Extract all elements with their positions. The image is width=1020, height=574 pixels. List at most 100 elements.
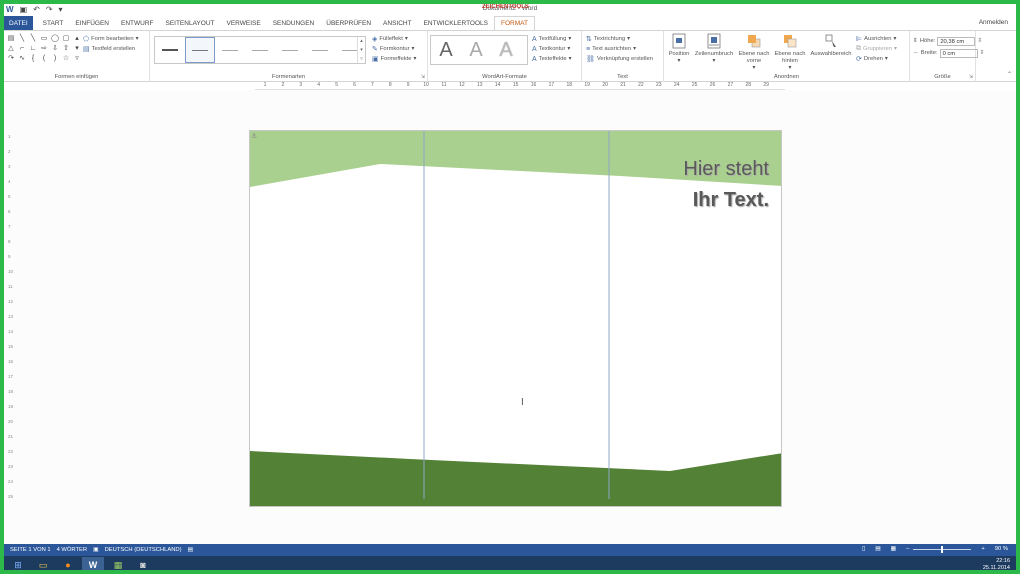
shape-style-4[interactable] [245, 37, 275, 63]
tab-mailings[interactable]: SENDUNGEN [267, 16, 321, 30]
text-effects-button[interactable]: A Texteffekte ▾ [532, 54, 572, 64]
heading-line-1[interactable]: Hier steht [683, 158, 769, 181]
align-text-button[interactable]: ≡ Text ausrichten ▾ [586, 44, 653, 54]
system-clock[interactable]: 22:16 25.11.2014 [983, 558, 1010, 570]
selection-pane-button[interactable]: Auswahlbereich [808, 33, 854, 58]
web-layout-icon[interactable]: ▦ [891, 546, 896, 552]
tab-design[interactable]: ENTWURF [115, 16, 160, 30]
text-direction-button[interactable]: ⇅ Textrichtung ▾ [586, 34, 653, 44]
save-icon[interactable]: ▣ [20, 5, 28, 14]
height-spinner-icon[interactable]: ⇳ [977, 38, 982, 44]
start-button[interactable]: ⊞ [7, 557, 29, 570]
zoom-slider-thumb[interactable] [941, 545, 944, 553]
position-button[interactable]: Position ▾ [666, 33, 692, 65]
proofing-icon[interactable]: ▣ [93, 547, 98, 553]
horizontal-ruler[interactable]: 1 2 3 4 5 6 7 8 9 10 11 12 13 14 15 16 17 18 19 20 21 22 23 24 2… [247, 82, 785, 90]
taskbar-word[interactable]: W [82, 557, 104, 570]
shape-style-6[interactable] [305, 37, 335, 63]
shape-effects-button[interactable]: ▣ Formeffekte ▾ [372, 54, 416, 64]
oval-shape-icon[interactable]: ◯ [50, 34, 60, 43]
bracket-shape-icon[interactable]: ( [39, 54, 49, 63]
brace-shape-icon[interactable]: { [28, 54, 38, 63]
language-indicator[interactable]: DEUTSCH (DEUTSCHLAND) [105, 547, 182, 553]
draw-textbox-button[interactable]: ▤ Textfeld erstellen [83, 44, 139, 54]
undo-icon[interactable]: ↶ [33, 5, 40, 14]
text-fill-button[interactable]: A Textfüllung ▾ [532, 34, 572, 44]
tab-review[interactable]: ÜBERPRÜFEN [320, 16, 377, 30]
height-input[interactable]: 20,38 cm [937, 36, 976, 46]
scroll-down-icon[interactable]: ▾ [360, 47, 363, 53]
edit-shape-button[interactable]: ⬠ Form bearbeiten ▾ [83, 34, 139, 44]
curve-shape-icon[interactable]: ↷ [6, 54, 16, 63]
arrow-down-shape-icon[interactable]: ⇩ [50, 44, 60, 53]
wordart-style-2[interactable]: A [461, 39, 491, 62]
collapse-ribbon-icon[interactable]: ⌃ [1007, 71, 1012, 78]
redo-icon[interactable]: ↷ [46, 5, 53, 14]
tab-file[interactable]: DATEI [4, 16, 33, 30]
read-mode-icon[interactable]: ▯ [862, 546, 865, 552]
page-count[interactable]: SEITE 1 VON 1 [10, 547, 51, 553]
shape-style-1[interactable] [155, 37, 185, 63]
corner-shape-icon[interactable]: ∟ [28, 44, 38, 53]
taskbar-app-5[interactable]: ◙ [132, 557, 154, 570]
bottom-green-band[interactable] [250, 451, 782, 507]
width-input[interactable]: 0 cm [939, 48, 978, 58]
customize-qat-icon[interactable]: ▾ [59, 5, 63, 14]
textbox-shape-icon[interactable]: ▤ [6, 34, 16, 43]
tab-page-layout[interactable]: SEITENLAYOUT [159, 16, 220, 30]
zoom-slider[interactable] [913, 545, 972, 553]
shapes-more-down-icon[interactable]: ▾ [72, 44, 82, 53]
shape-fill-button[interactable]: ◈ Fülleffekt ▾ [372, 34, 416, 44]
line-shape-icon[interactable]: ╲ [17, 34, 27, 43]
tab-format[interactable]: FORMAT [494, 16, 535, 30]
send-backward-button[interactable]: Ebene nach hinten ▾ [772, 33, 808, 72]
macro-icon[interactable]: ▤ [188, 547, 193, 553]
shapes-expand-icon[interactable]: ▿ [72, 54, 82, 63]
zoom-out-icon[interactable]: – [906, 546, 909, 552]
width-spinner-icon[interactable]: ⇳ [980, 50, 985, 56]
arrow-up-shape-icon[interactable]: ⇧ [61, 44, 71, 53]
vertical-ruler[interactable]: 1 2 3 4 5 6 7 8 9 10 11 12 13 14 15 16 17 18 19 20 21 22 23 24 2… [8, 128, 14, 508]
tab-home[interactable]: START [37, 16, 70, 30]
scroll-up-icon[interactable]: ▴ [360, 38, 363, 44]
shapes-more-up-icon[interactable]: ▴ [72, 34, 82, 43]
heading-line-2[interactable]: Ihr Text. [693, 189, 769, 212]
rounded-rect-shape-icon[interactable]: ▢ [61, 34, 71, 43]
tab-references[interactable]: VERWEISE [221, 16, 267, 30]
taskbar-explorer[interactable]: ▭ [32, 557, 54, 570]
dialog-launcher-icon[interactable]: ⇲ [421, 74, 425, 80]
document-page[interactable]: ⚓ Hier steht Ihr Text. [249, 130, 782, 507]
line2-shape-icon[interactable]: ╲ [28, 34, 38, 43]
taskbar-app-4[interactable]: ▦ [107, 557, 129, 570]
elbow-shape-icon[interactable]: ⌐ [17, 44, 27, 53]
wordart-gallery[interactable]: A A A [430, 35, 528, 65]
print-layout-icon[interactable]: ▤ [875, 546, 880, 552]
shape-outline-button[interactable]: ✎ Formkontur ▾ [372, 44, 416, 54]
gallery-more-icon[interactable]: ▿ [360, 56, 363, 62]
arrow-right-shape-icon[interactable]: ⇨ [39, 44, 49, 53]
shape-style-2[interactable] [185, 37, 215, 63]
tab-developer[interactable]: ENTWICKLERTOOLS [418, 16, 494, 30]
rotate-button[interactable]: ⟳ Drehen ▾ [856, 54, 897, 64]
anchor-icon[interactable]: ⚓ [251, 132, 257, 140]
wordart-style-3[interactable]: A [491, 39, 521, 62]
word-count[interactable]: 4 WÖRTER [57, 547, 88, 553]
text-outline-button[interactable]: A Textkontur ▾ [532, 44, 572, 54]
star-shape-icon[interactable]: ☆ [61, 54, 71, 63]
bring-forward-button[interactable]: Ebene nach vorne ▾ [736, 33, 772, 72]
gallery-scroll[interactable]: ▴ ▾ ▿ [357, 37, 365, 63]
zoom-in-icon[interactable]: + [981, 546, 984, 552]
dialog-launcher-icon[interactable]: ⇲ [969, 74, 973, 80]
tab-view[interactable]: ANSICHT [377, 16, 418, 30]
rect-shape-icon[interactable]: ▭ [39, 34, 49, 43]
shape-style-5[interactable] [275, 37, 305, 63]
group-button[interactable]: ⧉ Gruppieren ▾ [856, 44, 897, 54]
shape-styles-gallery[interactable]: ▴ ▾ ▿ [154, 36, 366, 64]
bracket2-shape-icon[interactable]: ) [50, 54, 60, 63]
tab-insert[interactable]: EINFÜGEN [69, 16, 115, 30]
sign-in-link[interactable]: Anmelden [979, 19, 1008, 26]
curve2-shape-icon[interactable]: ∿ [17, 54, 27, 63]
taskbar-firefox[interactable]: ● [57, 557, 79, 570]
create-link-button[interactable]: ⛓ Verknüpfung erstellen [586, 54, 653, 64]
shape-style-3[interactable] [215, 37, 245, 63]
